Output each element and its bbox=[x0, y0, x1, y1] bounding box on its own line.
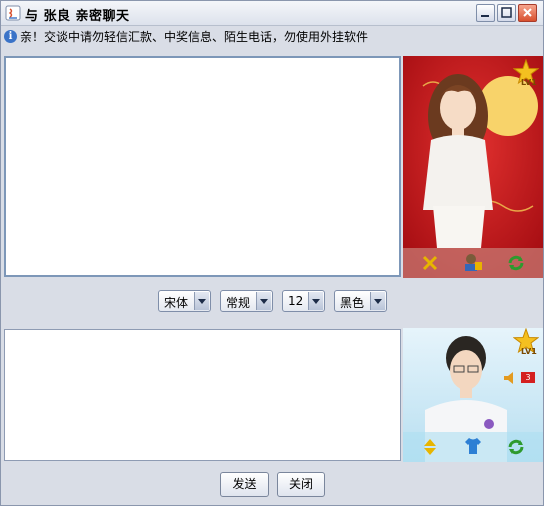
window-title: 与 张良 亲密聊天 bbox=[25, 9, 130, 24]
minimize-button[interactable] bbox=[476, 4, 495, 22]
partner-level-label: LV1 bbox=[521, 78, 537, 87]
partner-avatar-illustration bbox=[403, 56, 543, 278]
chevron-down-icon[interactable] bbox=[308, 292, 323, 310]
maximize-button[interactable] bbox=[497, 4, 516, 22]
maximize-icon bbox=[501, 7, 512, 18]
shirt-icon[interactable] bbox=[463, 436, 483, 456]
self-avatar[interactable]: LV1 3 bbox=[403, 328, 543, 462]
notice-text: 亲！交谈中请勿轻信汇款、中奖信息、陌生电话，勿使用外挂软件 bbox=[20, 30, 369, 44]
font-style-select[interactable]: 常规 bbox=[220, 290, 273, 312]
chevron-down-icon[interactable] bbox=[194, 292, 209, 310]
chat-history-area[interactable] bbox=[4, 56, 401, 277]
chevron-down-icon[interactable] bbox=[370, 292, 385, 310]
chevron-down-icon[interactable] bbox=[256, 292, 271, 310]
close-button[interactable]: 关闭 bbox=[277, 472, 325, 497]
refresh-icon[interactable] bbox=[507, 254, 525, 272]
close-window-button[interactable] bbox=[518, 4, 537, 22]
self-level-label: LV1 bbox=[521, 347, 537, 356]
swap-icon[interactable] bbox=[421, 438, 439, 456]
chat-window: 与 张良 亲密聊天 i 亲！交谈中请勿轻信汇款、中奖信息、陌生电话，勿使用外挂软… bbox=[0, 0, 544, 506]
speaker-icon[interactable] bbox=[503, 372, 517, 384]
refresh-icon[interactable] bbox=[507, 438, 525, 456]
scissors-icon[interactable] bbox=[421, 254, 439, 272]
font-color-select[interactable]: 黑色 bbox=[334, 290, 387, 312]
font-size-select[interactable]: 12 bbox=[282, 290, 325, 312]
minimize-icon bbox=[481, 15, 489, 17]
info-icon: i bbox=[4, 30, 17, 43]
java-app-icon bbox=[5, 5, 21, 21]
volume-badge: 3 bbox=[521, 372, 535, 383]
profile-card-icon[interactable] bbox=[463, 252, 483, 272]
title-bar[interactable]: 与 张良 亲密聊天 bbox=[1, 1, 543, 26]
font-style-value: 常规 bbox=[226, 296, 251, 310]
close-icon bbox=[523, 8, 532, 17]
font-family-select[interactable]: 宋体 bbox=[158, 290, 211, 312]
font-color-value: 黑色 bbox=[340, 296, 365, 310]
send-button[interactable]: 发送 bbox=[220, 472, 269, 497]
font-family-value: 宋体 bbox=[164, 296, 189, 310]
partner-avatar[interactable]: LV1 bbox=[403, 56, 543, 278]
message-input[interactable] bbox=[4, 329, 401, 461]
font-size-value: 12 bbox=[288, 294, 304, 308]
